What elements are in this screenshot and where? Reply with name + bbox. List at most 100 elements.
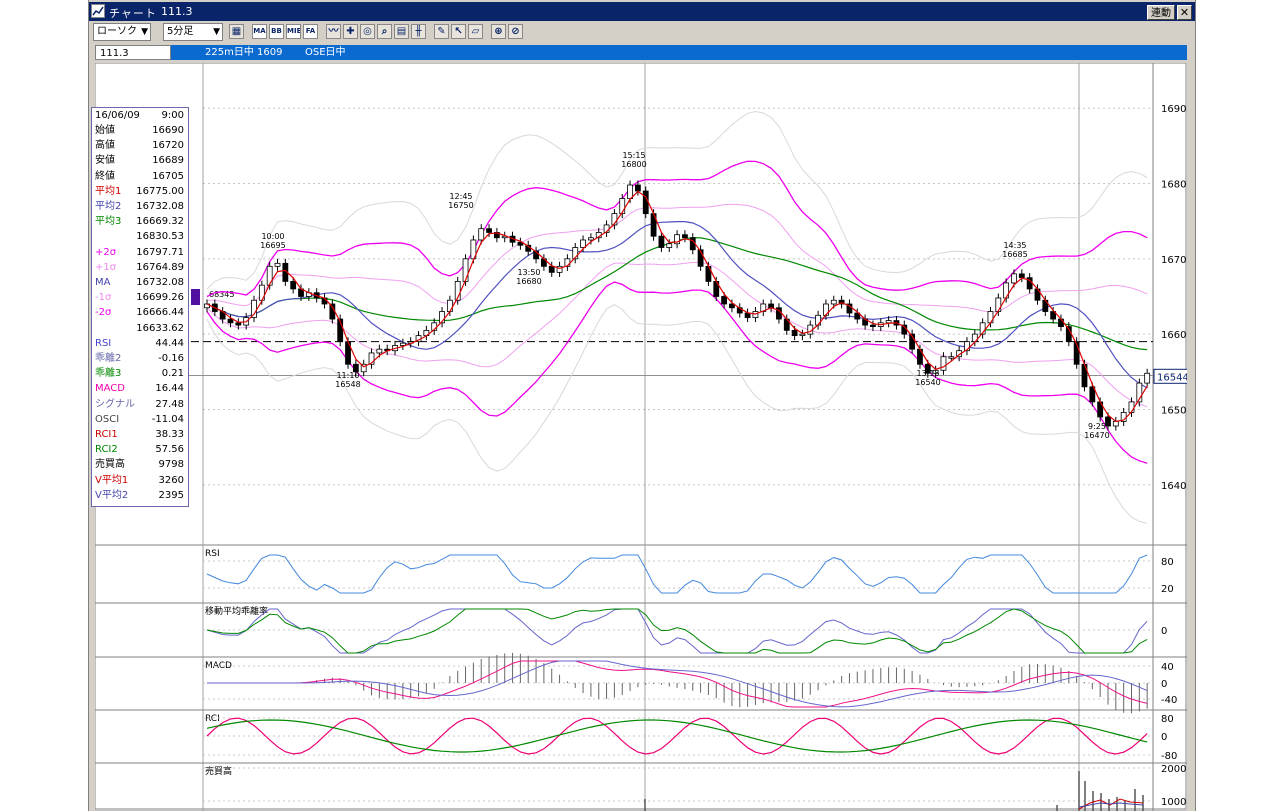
delete-line-icon[interactable]: ⊘ [508,24,523,39]
indicator-label: 売買高 [205,765,232,777]
notes-icon[interactable]: ▤ [394,24,409,39]
data-window-row: 始値 16690 [92,123,188,138]
data-window-row: MA 16732.08 [92,275,188,290]
magnify-icon[interactable]: ⊕ [491,24,506,39]
candle-body [580,239,586,248]
candle-body [799,333,806,337]
split-icon[interactable]: ╫ [411,24,426,39]
interval-value: 5分足 [167,26,194,37]
crosshair-icon[interactable]: ✚ [343,24,358,39]
pointer-icon[interactable]: ↖ [451,24,466,39]
indicator-tick-label: 20 [1161,584,1174,595]
candle-type-select[interactable]: ローソク ▼ [93,23,151,41]
search-icon[interactable]: ⌕ [377,24,392,39]
data-row-label: 平均3 [95,216,122,228]
candle-body [791,329,798,337]
candle-body [1144,372,1151,384]
pencil-icon[interactable]: ✎ [434,24,449,39]
candle-body [478,228,485,241]
indicator-tick-label: 0 [1161,626,1167,637]
fa-icon[interactable]: FA [303,24,318,39]
close-button[interactable]: ✕ [1177,5,1192,20]
candle-body [627,184,633,199]
data-row-value: 16830.53 [136,231,184,243]
data-window-row: 16633.62 [92,321,188,336]
price-tick-label: 16400 [1161,481,1187,492]
data-window-row: 高値 16720 [92,138,188,153]
candle-body [588,237,594,241]
data-row-label: MA [95,277,111,288]
link-button[interactable]: 連動 [1147,5,1175,20]
data-row-value: 57.56 [155,444,184,456]
candle-body [266,265,273,286]
annotation-time: 10:00 [261,232,284,241]
candle-body [399,342,406,346]
price-tick-label: 16900 [1161,104,1187,115]
data-row-value: 16764.89 [136,261,184,273]
data-row-label: 安値 [95,155,115,167]
annotation-time: 9:25 [1088,422,1106,431]
data-row-label: -2σ [95,307,112,319]
candle-body [940,356,947,371]
annotation-price: 16685 [1002,250,1027,259]
data-window-row: シグナル 27.48 [92,397,188,412]
data-row-label: V平均1 [95,474,129,486]
chart-window: チャート 111.3 連動 ✕ ローソク ▼ 5分足 ▼ ▦ MA BB MIE FA 〰… [88,0,1196,811]
chart-settings-icon[interactable]: ▦ [229,24,244,39]
toolbar: ローソク ▼ 5分足 ▼ ▦ MA BB MIE FA 〰 ✚ ◎ ⌕ ▤ ╫ ✎ ↖ ▱ ⊕ ⊘ [89,21,1195,43]
chart-area[interactable]: 1690016800167001660016500164001654468345… [91,62,1193,811]
ma-icon[interactable]: MA [252,24,267,39]
data-row-value: 16669.32 [136,216,184,228]
bb-icon[interactable]: BB [269,24,284,39]
interval-select[interactable]: 5分足 ▼ [163,23,223,41]
candle-body [1112,421,1119,427]
symbol-code[interactable]: 111.3 [95,45,171,60]
line-icon[interactable]: 〰 [326,24,341,39]
data-row-value: 16633.62 [136,322,184,334]
data-row-value: 9798 [158,459,184,471]
price-chart-svg[interactable]: 1690016800167001660016500164001654468345… [94,62,1193,811]
candle-body [274,262,281,267]
annotation-price: 16548 [335,380,360,389]
data-row-label: +1σ [95,261,117,273]
candle-body [1018,273,1025,279]
data-row-value: 3260 [158,474,184,486]
price-tick-label: 16600 [1161,330,1187,341]
candle-body [642,190,649,215]
data-row-label: 乖離3 [95,368,122,380]
data-row-label: 平均2 [95,201,122,212]
title-bar[interactable]: チャート 111.3 連動 ✕ [89,2,1195,21]
current-price-label: 16544 [1157,372,1187,383]
candle-body [885,320,892,324]
indicator-label: RCI [205,714,220,724]
candle-body [235,322,242,326]
zoom-icon[interactable]: ◎ [360,24,375,39]
eraser-icon[interactable]: ▱ [468,24,483,39]
indicator-label: 移動平均乖離率 [205,605,268,617]
candle-body [682,234,688,239]
mie-icon[interactable]: MIE [286,24,301,39]
chart-frame [94,62,1187,810]
price-tick-label: 16800 [1161,180,1187,191]
data-window-row: RCI1 38.33 [92,427,188,442]
data-row-value: 16666.44 [136,307,184,319]
data-row-value: 16.44 [155,383,184,395]
data-row-label: MACD [95,383,125,395]
window-symbol: 111.3 [161,5,193,18]
indicator-label: RSI [205,549,220,559]
indicator-tick-label: 0 [1161,679,1167,690]
data-window-row: -1σ 16699.26 [92,290,188,305]
candle-type-value: ローソク [97,26,137,37]
data-row-label: 終値 [95,170,115,182]
data-window-row: 乖離2 -0.16 [92,351,188,366]
data-row-label: RCI1 [95,429,118,440]
data-row-label: +2σ [95,246,117,258]
candle-body [290,281,297,290]
data-row-label: 売買高 [95,459,125,471]
indicator-tick-label: 20000 [1161,764,1187,775]
data-window-row: RSI 44.44 [92,336,188,351]
data-window-row: V平均1 3260 [92,473,188,488]
data-row-value: 2395 [158,489,184,501]
indicator-tick-label: -80 [1161,751,1177,762]
data-window-row: 平均3 16669.32 [92,214,188,229]
